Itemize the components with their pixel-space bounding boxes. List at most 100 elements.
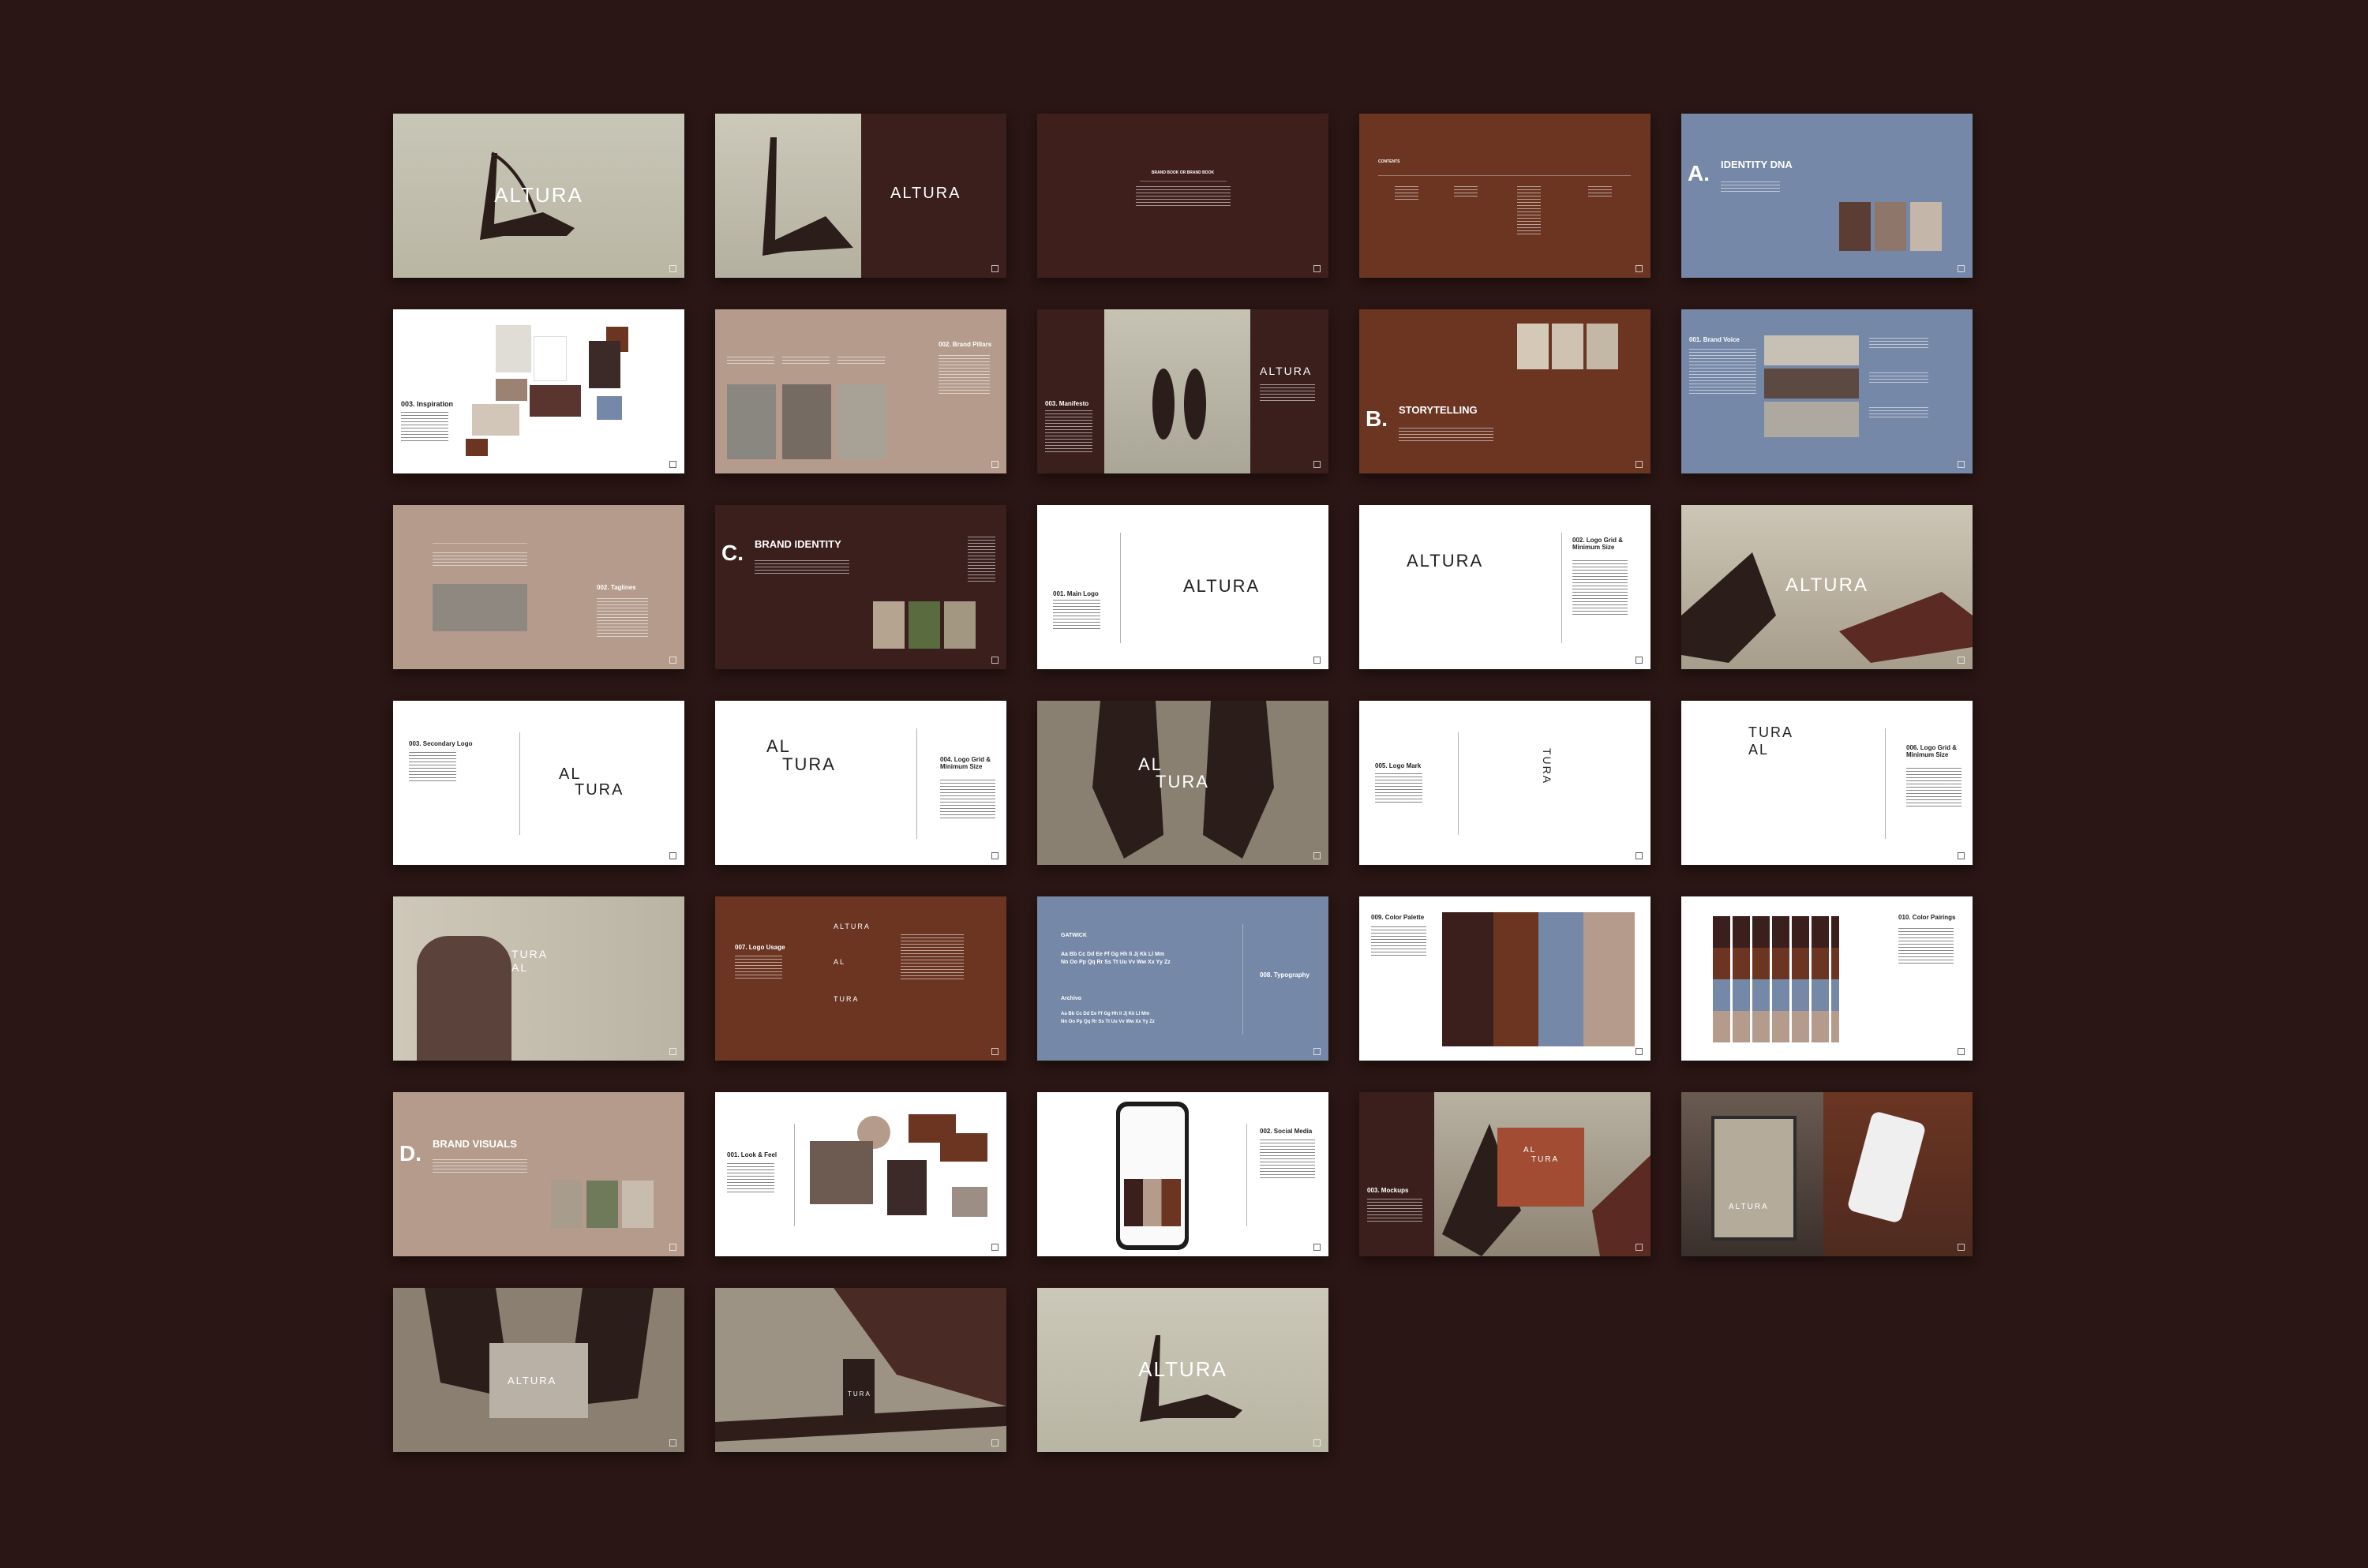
body-text	[401, 412, 448, 443]
feed-grid	[1124, 1179, 1181, 1226]
slide-heading: 003. Manifesto	[1045, 400, 1089, 407]
slide-logo-mark[interactable]: 005. Logo Mark TURA	[1359, 701, 1650, 865]
photo	[1552, 324, 1583, 369]
slide-closing[interactable]: ALTURA	[1037, 1288, 1328, 1452]
page-marker	[1313, 1048, 1321, 1055]
divider	[916, 728, 917, 839]
slide-logo-usage[interactable]: 007. Logo Usage ALTURA AL TURA	[715, 896, 1006, 1061]
slide-heading: 001. Main Logo	[1053, 590, 1099, 597]
logo-part-1: AL	[1748, 742, 1770, 758]
slide-color-palette[interactable]: 009. Color Palette	[1359, 896, 1650, 1061]
slide-logo-photo[interactable]: ALTURA	[1681, 505, 1973, 669]
business-card	[940, 1133, 987, 1162]
slide-logo-grid-3[interactable]: TURA AL 006. Logo Grid & Minimum Size	[1681, 701, 1973, 865]
section-title: BRAND VISUALS	[433, 1138, 517, 1150]
slide-taglines[interactable]: 002. Taglines	[393, 505, 684, 669]
shoe-photo	[810, 1141, 873, 1204]
moodboard-tile	[496, 379, 527, 401]
slide-street-mockup[interactable]: ALTURA	[1681, 1092, 1973, 1256]
photo	[837, 384, 886, 459]
slide-tag-mockup[interactable]: TURA	[715, 1288, 1006, 1452]
voice-text	[1869, 372, 1928, 384]
page-marker	[669, 852, 676, 859]
slide-heading: 009. Color Palette	[1371, 914, 1425, 921]
slide-cover-split[interactable]: ALTURA	[715, 114, 1006, 278]
slide-look-feel[interactable]: 001. Look & Feel	[715, 1092, 1006, 1256]
photo	[873, 601, 905, 649]
divider	[794, 1124, 795, 1226]
body-text	[1053, 600, 1100, 631]
logo-part-2: TURA	[511, 948, 549, 960]
pillar-text	[727, 357, 774, 366]
page-marker	[991, 852, 999, 859]
slide-brand-identity[interactable]: C. BRAND IDENTITY	[715, 505, 1006, 669]
slide-main-logo[interactable]: 001. Main Logo ALTURA	[1037, 505, 1328, 669]
body-text	[1260, 1140, 1315, 1179]
slide-manifesto[interactable]: 003. Manifesto ALTURA	[1037, 309, 1328, 473]
logo-grid: ALTURA	[1407, 551, 1484, 571]
logo-part-1: AL	[511, 961, 529, 974]
slide-color-pairings[interactable]: 010. Color Pairings	[1681, 896, 1973, 1061]
page-marker	[991, 657, 999, 664]
index-list	[968, 537, 995, 584]
photo	[1764, 369, 1859, 399]
logo-variant: AL	[834, 958, 846, 966]
slide-brand-book[interactable]: BRAND BOOK OR BRAND BOOK	[1037, 114, 1328, 278]
logo-part-2: TURA	[1156, 772, 1209, 791]
shoe-image	[762, 137, 853, 256]
logo-mark: TURA	[1541, 747, 1554, 785]
moodboard-tile	[472, 404, 519, 436]
photo	[1839, 202, 1871, 251]
page-marker	[991, 1244, 999, 1251]
slide-secondary-logo[interactable]: 003. Secondary Logo AL TURA	[393, 701, 684, 865]
slide-heading: 003. Secondary Logo	[409, 740, 473, 747]
body-text	[1906, 768, 1961, 807]
photo	[1910, 202, 1942, 251]
logo-part-2: TURA	[575, 781, 624, 799]
body-text	[1721, 181, 1780, 193]
slide-social-media[interactable]: 002. Social Media	[1037, 1092, 1328, 1256]
divider	[1242, 924, 1243, 1035]
body-text	[755, 560, 849, 576]
page-marker	[669, 265, 676, 272]
slide-brand-voice[interactable]: 001. Brand Voice	[1681, 309, 1973, 473]
slide-brand-visuals[interactable]: D. BRAND VISUALS	[393, 1092, 684, 1256]
slide-logo-grid-2[interactable]: AL TURA 004. Logo Grid & Minimum Size	[715, 701, 1006, 865]
page-marker	[1313, 1439, 1321, 1446]
slide-contents[interactable]: CONTENTS	[1359, 114, 1650, 278]
photo	[952, 1187, 987, 1217]
page-marker	[1313, 265, 1321, 272]
slide-typography[interactable]: GATWICK Aa Bb Cc Dd Ee Ff Gg Hh Ii Jj Kk…	[1037, 896, 1328, 1061]
slide-logo-photo-2[interactable]: AL TURA	[1037, 701, 1328, 865]
page-marker	[1958, 657, 1965, 664]
slide-mockups[interactable]: AL TURA 003. Mockups	[1359, 1092, 1650, 1256]
moodboard-tile	[530, 385, 581, 417]
page-marker	[991, 1439, 999, 1446]
page-marker	[1313, 657, 1321, 664]
alphabet: Nn Oo Pp Qq Rr Ss Tt Uu Vv Ww Xx Yy Zz	[1061, 1020, 1155, 1024]
page-marker	[1635, 852, 1643, 859]
slide-storytelling[interactable]: B. STORYTELLING	[1359, 309, 1650, 473]
photo	[1875, 202, 1906, 251]
slide-identity-dna[interactable]: A. IDENTITY DNA	[1681, 114, 1973, 278]
slide-heading: 003. Mockups	[1367, 1187, 1409, 1194]
shoe-image	[1152, 369, 1206, 440]
slide-cover[interactable]: ALTURA	[393, 114, 684, 278]
slide-inspiration[interactable]: 003. Inspiration	[393, 309, 684, 473]
page-marker	[1958, 265, 1965, 272]
slide-heading: 002. Social Media	[1260, 1128, 1313, 1135]
contents-title: CONTENTS	[1378, 159, 1400, 164]
toc-col-3	[1517, 186, 1541, 235]
slide-heading: 003. Inspiration	[401, 400, 454, 408]
page-marker	[991, 1048, 999, 1055]
slide-packaging[interactable]: ALTURA	[393, 1288, 684, 1452]
body-text	[1399, 428, 1493, 443]
slide-bag-photo[interactable]: TURA AL	[393, 896, 684, 1061]
body-text	[1260, 384, 1315, 403]
slide-logo-grid-1[interactable]: ALTURA 002. Logo Grid & Minimum Size	[1359, 505, 1650, 669]
bag-image	[417, 936, 511, 1061]
divider	[1120, 533, 1121, 643]
divider	[1246, 1124, 1247, 1226]
section-title: BRAND IDENTITY	[755, 538, 841, 550]
slide-brand-pillars[interactable]: 002. Brand Pillars	[715, 309, 1006, 473]
